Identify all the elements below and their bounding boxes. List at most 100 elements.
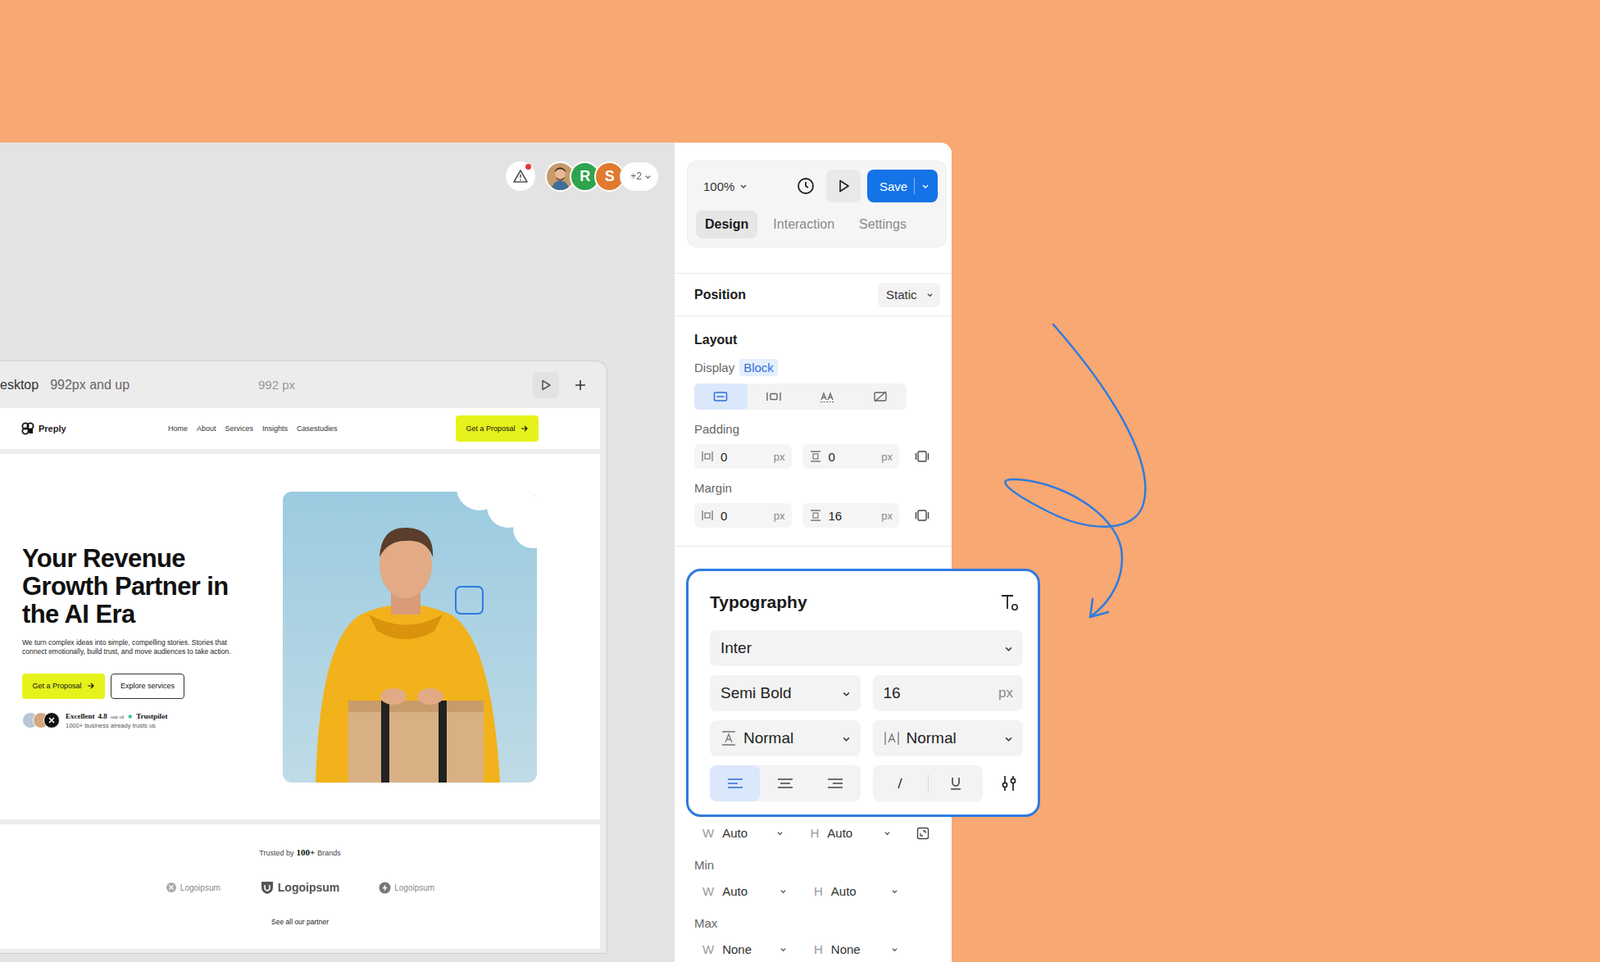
selection-box[interactable]	[454, 586, 484, 615]
chevron-down-icon	[1004, 644, 1014, 654]
display-option[interactable]	[800, 383, 855, 410]
position-select[interactable]: Static	[877, 282, 941, 308]
spacing-group: Margin0px16px	[694, 480, 932, 528]
save-button[interactable]: Save	[867, 169, 938, 203]
text-align-button[interactable]	[759, 765, 810, 802]
bolt-icon	[378, 881, 391, 895]
size-input[interactable]: WAuto	[694, 820, 792, 846]
editor-window: RS+2esktop992px and up992 pxPreplyHomeAb…	[0, 142, 952, 962]
text-style-icon	[998, 591, 1020, 614]
add-breakpoint-button[interactable]	[567, 372, 594, 399]
display-option[interactable]	[747, 383, 801, 410]
preview-button[interactable]	[532, 372, 560, 399]
expand-sides-button[interactable]	[913, 444, 932, 469]
spacing-input[interactable]: 0px	[694, 444, 792, 469]
more-collaborators[interactable]: +2	[619, 161, 660, 192]
spacing-input[interactable]: 0px	[694, 503, 792, 528]
panel-tab[interactable]: Interaction	[763, 210, 844, 239]
brand-logo[interactable]: Preply	[20, 421, 169, 437]
partners-link[interactable]: See all our partner	[271, 918, 329, 927]
size-input[interactable]: HNone	[805, 936, 907, 962]
x-logo-icon	[47, 716, 56, 725]
size-input[interactable]: WAuto	[694, 878, 796, 905]
nav-links: Home About Services Insights Casestudies	[168, 424, 456, 433]
hidden-icon	[872, 390, 889, 404]
font-family-select[interactable]: Inter	[709, 630, 1023, 667]
breakpoint-name: esktop	[0, 377, 39, 393]
hero-text: We turn complex ideas into simple, compe…	[22, 638, 252, 658]
font-size-input[interactable]: 16px	[872, 675, 1024, 712]
horizontal-spacing-icon	[700, 509, 714, 523]
line-height-select[interactable]: Normal	[709, 720, 861, 757]
canvas: RS+2esktop992px and up992 pxPreplyHomeAb…	[0, 142, 674, 962]
nav-link[interactable]: Insights	[262, 424, 288, 433]
hero-buttons: Get a ProposalExplore services	[22, 673, 252, 700]
canvas-toolbar: RS+2	[0, 142, 674, 192]
display-option[interactable]	[694, 383, 748, 410]
brand-logo: Logoipsum	[378, 881, 435, 895]
all-sides-icon	[914, 449, 930, 464]
breakpoint-range: 992px and up	[50, 377, 130, 393]
panel-header: 100% Save DesignInteractionSettings	[686, 160, 947, 248]
get-proposal-button[interactable]: Get a Proposal	[22, 673, 105, 700]
display-badge: Block	[739, 359, 778, 377]
zoom-select[interactable]: 100%	[695, 179, 786, 194]
size-input[interactable]: HAuto	[805, 878, 907, 905]
spacing-input[interactable]: 16px	[802, 503, 900, 528]
align-center-icon	[776, 777, 795, 791]
text-style-toggle[interactable]	[872, 765, 928, 802]
size-input[interactable]: HAuto	[802, 820, 900, 846]
flex-icon	[765, 390, 782, 404]
resize-icon	[915, 826, 931, 841]
nav-link[interactable]: Services	[225, 424, 255, 433]
chevron-down-icon	[890, 887, 899, 896]
nav-link[interactable]: Casestudies	[296, 424, 338, 433]
text-align-button[interactable]	[709, 765, 760, 802]
breakpoint-frame: esktop992px and up992 pxPreplyHomeAboutS…	[0, 360, 608, 955]
hero-photo[interactable]	[282, 491, 537, 783]
history-button[interactable]	[791, 172, 820, 200]
get-proposal-button[interactable]: Get a Proposal	[455, 415, 539, 442]
trusted-caption: Trusted by100+Brands	[259, 847, 341, 858]
text-style-group	[872, 765, 983, 802]
aspect-ratio-button[interactable]	[913, 821, 932, 846]
size-group: WAuto HAuto	[674, 815, 952, 846]
panel-tab[interactable]: Settings	[850, 210, 916, 239]
nav-link[interactable]: Home	[168, 424, 188, 433]
typography-card: TypographyInterSemi Bold16pxNormalNormal	[686, 568, 1041, 818]
warning-icon	[512, 168, 529, 185]
explore-services-button[interactable]: Explore services	[110, 673, 185, 700]
more-text-settings-button[interactable]	[995, 769, 1023, 798]
preview-button[interactable]	[826, 169, 861, 203]
hero-copy: Your Revenue Growth Partner in the AI Er…	[22, 545, 252, 730]
expand-sides-button[interactable]	[913, 503, 932, 528]
person-with-box-photo	[282, 491, 537, 783]
font-weight-select[interactable]: Semi Bold	[709, 675, 861, 712]
brand-logo: Logoipsum	[259, 880, 340, 896]
text-align-button[interactable]	[810, 765, 861, 802]
panel-tab[interactable]: Design	[695, 210, 758, 239]
letter-spacing-icon	[883, 730, 900, 747]
align-left-icon	[726, 777, 745, 791]
letter-spacing-select[interactable]: Normal	[872, 720, 1024, 757]
hero-title: Your Revenue Growth Partner in the AI Er…	[22, 545, 252, 629]
underline-icon	[948, 776, 964, 791]
curved-arrow-icon	[0, 0, 1600, 962]
chevron-down-icon	[779, 887, 787, 896]
vertical-spacing-icon	[809, 509, 823, 523]
chevron-down-icon	[644, 172, 652, 181]
text-style-button[interactable]	[995, 588, 1023, 617]
breakpoint-header: esktop992px and up992 px	[0, 361, 600, 409]
sliders-icon	[1000, 774, 1019, 793]
spacing-input[interactable]: 0px	[802, 444, 900, 469]
size-input[interactable]: WNone	[694, 936, 796, 962]
chevron-down-icon	[890, 945, 899, 954]
play-icon	[835, 177, 852, 195]
stage: RS+2esktop992px and up992 pxPreplyHomeAb…	[0, 0, 1600, 962]
site-nav: PreplyHome About Services Insights Casestudi…	[0, 408, 600, 450]
nav-link[interactable]: About	[196, 424, 217, 433]
chevron-down-icon	[926, 290, 934, 299]
display-option[interactable]	[853, 383, 907, 410]
text-style-toggle[interactable]	[928, 765, 984, 802]
warning-button[interactable]	[505, 161, 536, 191]
